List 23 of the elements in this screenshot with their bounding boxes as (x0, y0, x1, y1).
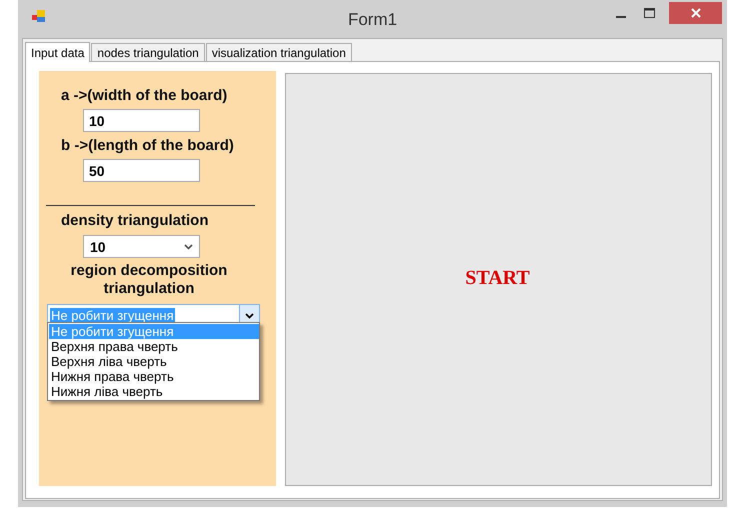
input-field[interactable]: 10 (83, 109, 200, 132)
dropdown-option[interactable]: Нижня ліва чверть (49, 384, 259, 399)
dropdown[interactable]: 10 (83, 235, 200, 258)
close-button[interactable] (669, 2, 722, 24)
maximize-icon (644, 8, 654, 18)
chevron-icon (245, 312, 254, 318)
window-title: Form1 (348, 10, 398, 29)
input-field[interactable]: 50 (83, 159, 200, 182)
field-label: b ->(length of the board) (61, 137, 235, 155)
app-icon (32, 10, 46, 22)
minimize-icon (616, 16, 626, 18)
field-label: density triangulation (61, 212, 210, 230)
chevron-icon (184, 244, 193, 250)
start-text[interactable]: START (465, 267, 530, 290)
tab[interactable]: visualization triangulation (206, 43, 352, 61)
dropdown-option[interactable]: Верхня права чверть (49, 339, 259, 354)
field-label: a ->(width of the board) (61, 87, 228, 105)
field-label: region decomposition triangulation (70, 262, 228, 298)
tab[interactable]: Input data (25, 42, 90, 62)
close-icon (690, 8, 700, 18)
dropdown-option[interactable]: Нижня права чверть (49, 369, 259, 384)
dropdown-option[interactable]: Верхня ліва чверть (49, 354, 259, 369)
tab[interactable]: nodes triangulation (91, 43, 205, 61)
